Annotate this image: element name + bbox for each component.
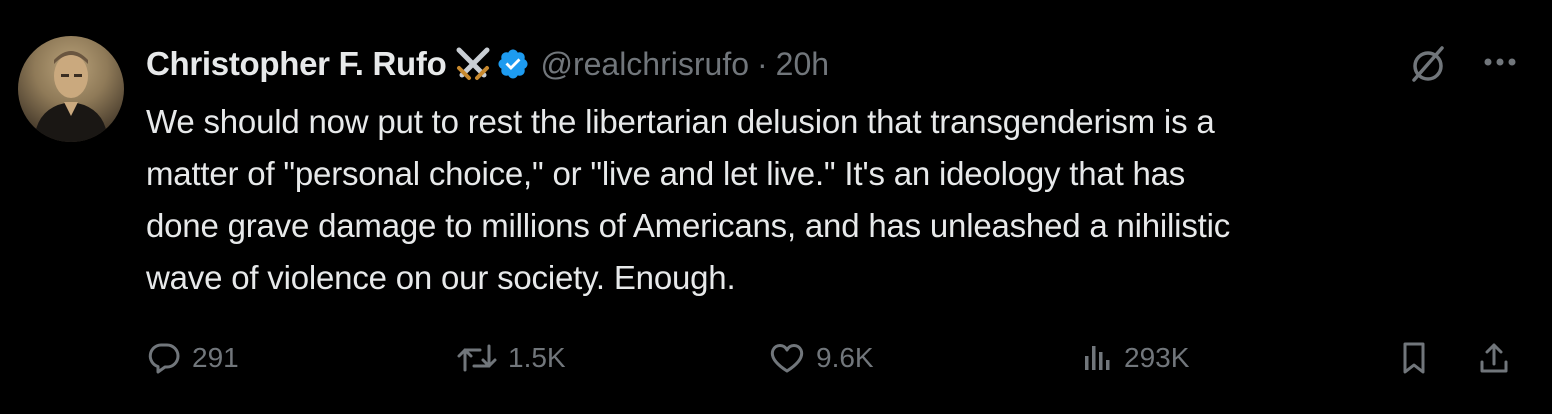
crossed-swords-icon bbox=[454, 45, 492, 83]
author-handle[interactable]: @realchrisrufo bbox=[540, 46, 749, 83]
bookmark-icon bbox=[1396, 340, 1432, 376]
more-icon[interactable] bbox=[1472, 40, 1528, 88]
grok-icon[interactable] bbox=[1404, 40, 1452, 88]
views-icon bbox=[1082, 340, 1114, 376]
reply-count: 291 bbox=[192, 342, 239, 373]
avatar-portrait-icon bbox=[34, 51, 108, 142]
views-button[interactable]: 293K bbox=[1082, 340, 1189, 376]
repost-button[interactable]: 1.5K bbox=[456, 340, 566, 376]
views-count: 293K bbox=[1124, 342, 1190, 373]
repost-count: 1.5K bbox=[508, 342, 566, 373]
tweet-header: Christopher F. Rufo @realchrisrufo · 20h bbox=[146, 36, 1522, 92]
repost-icon bbox=[456, 340, 498, 376]
reply-icon bbox=[146, 340, 182, 376]
avatar[interactable] bbox=[18, 36, 124, 142]
tweet-text: We should now put to rest the libertaria… bbox=[146, 103, 1231, 296]
action-bar: 291 1.5K 9.6K 293K bbox=[0, 340, 1552, 396]
reply-button[interactable]: 291 bbox=[146, 340, 239, 376]
heart-icon bbox=[768, 340, 806, 376]
like-count: 9.6K bbox=[816, 342, 874, 373]
author-name[interactable]: Christopher F. Rufo bbox=[146, 45, 447, 83]
share-button[interactable] bbox=[1476, 340, 1512, 376]
separator-dot: · bbox=[757, 45, 768, 82]
timestamp[interactable]: 20h bbox=[776, 46, 829, 83]
bookmark-button[interactable] bbox=[1396, 340, 1432, 376]
verified-badge-icon[interactable] bbox=[496, 47, 530, 81]
share-icon bbox=[1476, 340, 1512, 376]
tweet[interactable]: Christopher F. Rufo @realchrisrufo · 20h bbox=[0, 0, 1552, 414]
like-button[interactable]: 9.6K bbox=[768, 340, 874, 376]
